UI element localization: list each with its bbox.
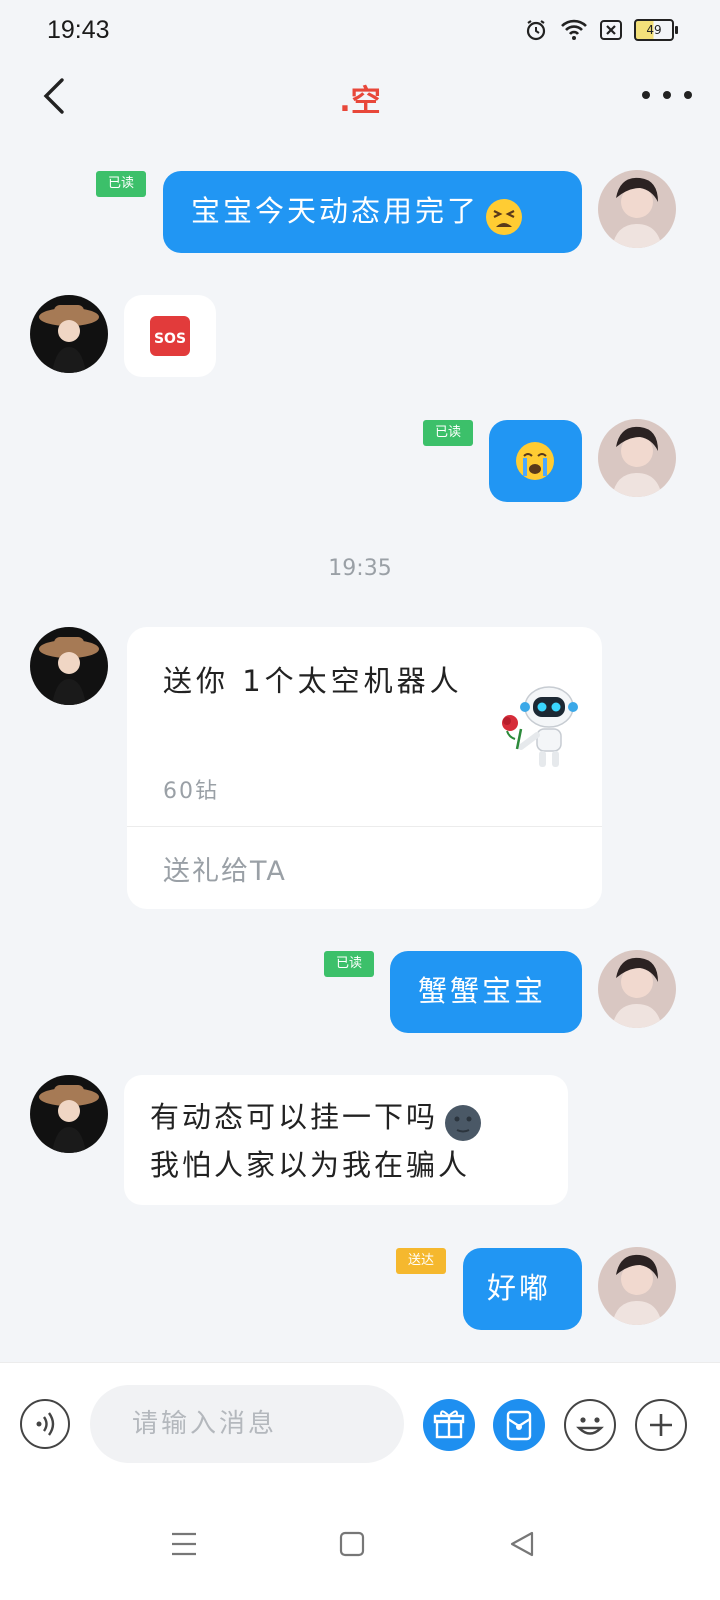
my-avatar[interactable] bbox=[598, 170, 676, 248]
sos-emoji-icon: SOS bbox=[150, 316, 190, 356]
voice-button[interactable] bbox=[20, 1399, 70, 1449]
contact-avatar[interactable] bbox=[30, 627, 108, 705]
alarm-icon bbox=[526, 20, 546, 41]
message-text: 蟹蟹宝宝 bbox=[418, 974, 547, 1008]
voice-icon bbox=[36, 1412, 55, 1436]
message-bubble-outgoing[interactable]: 宝宝今天动态用完了 bbox=[163, 171, 582, 253]
message-bubble-outgoing[interactable]: 蟹蟹宝宝 bbox=[390, 951, 582, 1033]
triangle-back-icon bbox=[510, 1531, 534, 1557]
plus-icon bbox=[650, 1414, 672, 1436]
read-badge: 已读 bbox=[324, 951, 375, 977]
new-moon-face-emoji-icon bbox=[445, 1104, 482, 1141]
red-packet-button[interactable] bbox=[493, 1399, 545, 1451]
square-icon bbox=[339, 1531, 365, 1557]
input-bar bbox=[0, 1362, 720, 1487]
chat-title: .空 bbox=[339, 84, 381, 119]
message-text: 我怕人家以为我在骗人 bbox=[150, 1147, 471, 1182]
crying-face-emoji-icon bbox=[516, 442, 554, 480]
message-text: 好嘟 bbox=[487, 1271, 552, 1305]
gift-title: 送你 1个太空机器人 bbox=[163, 664, 463, 698]
svg-text:SOS: SOS bbox=[154, 331, 186, 347]
contact-avatar[interactable] bbox=[30, 295, 108, 373]
message-text: 有动态可以挂一下吗 bbox=[150, 1100, 439, 1134]
emoji-button[interactable] bbox=[564, 1399, 616, 1451]
my-avatar[interactable] bbox=[598, 950, 676, 1028]
home-button[interactable] bbox=[332, 1524, 372, 1564]
tired-face-emoji-icon bbox=[486, 198, 523, 235]
send-gift-button[interactable]: 送礼给TA bbox=[163, 849, 287, 888]
more-icon bbox=[642, 91, 650, 99]
back-nav-button[interactable] bbox=[502, 1524, 542, 1564]
status-icons: 49 bbox=[524, 18, 678, 42]
recent-apps-button[interactable] bbox=[164, 1524, 204, 1564]
message-bubble-incoming[interactable]: 有动态可以挂一下吗 我怕人家以为我在骗人 bbox=[124, 1075, 568, 1205]
system-navigation-bar bbox=[0, 1486, 720, 1600]
message-input[interactable] bbox=[90, 1385, 404, 1463]
menu-icon bbox=[172, 1532, 196, 1556]
divider bbox=[127, 826, 602, 827]
message-bubble-outgoing[interactable] bbox=[489, 420, 582, 502]
message-bubble-outgoing[interactable]: 好嘟 bbox=[463, 1248, 582, 1330]
gift-button[interactable] bbox=[423, 1399, 475, 1451]
chat-header: .空 bbox=[0, 62, 720, 130]
status-time: 19:43 bbox=[47, 16, 110, 44]
my-avatar[interactable] bbox=[598, 1247, 676, 1325]
more-actions-button[interactable] bbox=[635, 1399, 687, 1451]
my-avatar[interactable] bbox=[598, 419, 676, 497]
gift-price: 60钻 bbox=[163, 779, 219, 804]
status-bar: 19:43 49 bbox=[0, 0, 720, 62]
gift-icon bbox=[433, 1410, 465, 1439]
battery-icon: 49 bbox=[634, 19, 678, 41]
robot-gift-icon bbox=[502, 686, 578, 767]
message-timestamp: 19:35 bbox=[328, 556, 392, 581]
more-options-button[interactable] bbox=[642, 80, 692, 110]
smiley-icon bbox=[576, 1417, 604, 1435]
red-packet-icon bbox=[506, 1410, 532, 1441]
gift-card[interactable]: 送你 1个太空机器人 60钻 送礼给TA bbox=[127, 627, 602, 909]
delivered-badge: 送达 bbox=[396, 1248, 447, 1274]
message-bubble-incoming[interactable]: SOS bbox=[124, 295, 216, 377]
read-badge: 已读 bbox=[96, 171, 147, 197]
no-sim-icon bbox=[600, 20, 622, 40]
wifi-icon bbox=[561, 19, 587, 40]
read-badge: 已读 bbox=[423, 420, 474, 446]
message-text: 宝宝今天动态用完了 bbox=[191, 194, 480, 228]
contact-avatar[interactable] bbox=[30, 1075, 108, 1153]
